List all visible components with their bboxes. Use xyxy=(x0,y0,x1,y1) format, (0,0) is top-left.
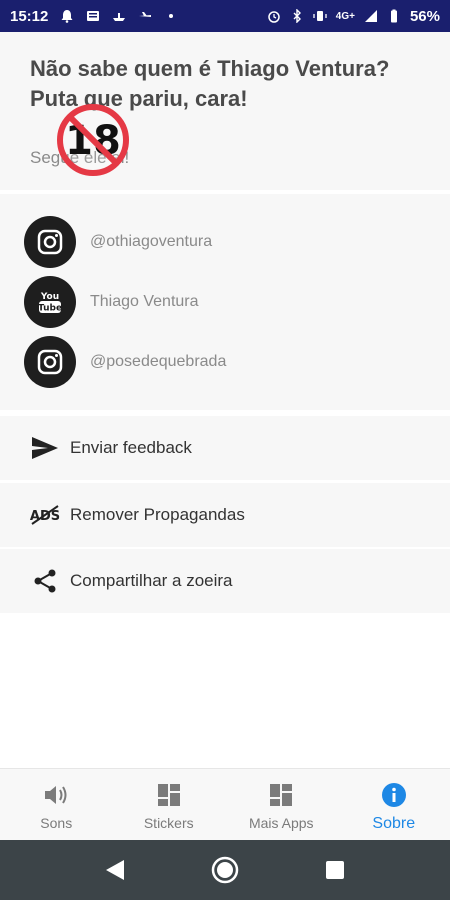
boat-icon xyxy=(113,13,126,21)
status-time: 15:12 xyxy=(10,7,49,25)
system-nav-bar xyxy=(0,840,450,900)
signal-icon xyxy=(364,10,377,22)
social-link-label: Thiago Ventura xyxy=(90,293,199,310)
share-label: Compartilhar a zoeira xyxy=(70,571,233,590)
back-icon[interactable] xyxy=(95,850,135,890)
plane-icon xyxy=(139,12,152,17)
social-links-card: @othiagoventura You Tube Thiago Ventura … xyxy=(0,194,450,410)
send-icon xyxy=(30,433,60,463)
social-link-instagram-1[interactable]: @othiagoventura xyxy=(24,216,424,268)
social-link-label: @posedequebrada xyxy=(90,353,227,370)
nav-item-stickers[interactable]: Stickers xyxy=(113,769,226,840)
nav-label-stickers: Stickers xyxy=(143,815,194,831)
battery-icon xyxy=(390,9,397,23)
network-type: 4G+ xyxy=(335,10,355,22)
header-card: Não sabe quem é Thiago Ventura? Puta que… xyxy=(0,32,450,190)
social-link-label: @othiagoventura xyxy=(90,233,213,250)
no-ads-icon: ADS xyxy=(30,500,60,530)
instagram-icon xyxy=(24,336,76,388)
vibrate-icon xyxy=(313,11,327,21)
notification-bell-icon xyxy=(61,10,73,23)
feedback-label: Enviar feedback xyxy=(70,438,192,457)
instagram-icon xyxy=(24,216,76,268)
remove-ads-label: Remover Propagandas xyxy=(70,505,245,524)
remove-ads-row[interactable]: ADS Remover Propagandas xyxy=(0,483,450,547)
grid-icon xyxy=(267,781,295,809)
nav-label-mais-apps: Mais Apps xyxy=(248,815,314,831)
nav-label-sobre: Sobre xyxy=(372,815,416,832)
nav-label-sons: Sons xyxy=(40,815,73,831)
alarm-icon xyxy=(268,11,280,23)
bluetooth-icon xyxy=(293,9,301,23)
home-icon[interactable] xyxy=(205,850,245,890)
battery-percent: 56% xyxy=(409,7,440,25)
dot-icon xyxy=(169,14,174,18)
nav-item-sons[interactable]: Sons xyxy=(0,769,113,840)
youtube-icon: You Tube xyxy=(24,276,76,328)
recents-icon[interactable] xyxy=(315,850,355,890)
svg-text:Tube: Tube xyxy=(38,304,62,314)
share-icon xyxy=(30,566,60,596)
news-icon xyxy=(87,11,100,21)
feedback-row[interactable]: Enviar feedback xyxy=(0,416,450,480)
status-bar: 15:12 4G+ 56% xyxy=(0,0,450,32)
nav-item-sobre[interactable]: Sobre xyxy=(338,769,450,840)
grid-icon xyxy=(155,781,183,809)
nav-item-mais-apps[interactable]: Mais Apps xyxy=(225,769,338,840)
social-link-instagram-2[interactable]: @posedequebrada xyxy=(24,336,424,388)
info-icon xyxy=(380,781,408,809)
bottom-nav: Sons Stickers Mais Apps Sobre xyxy=(0,768,450,840)
speaker-icon xyxy=(42,781,70,809)
svg-text:You: You xyxy=(40,292,59,302)
age-restriction-icon: 18 xyxy=(57,104,129,176)
share-row[interactable]: Compartilhar a zoeira xyxy=(0,549,450,613)
social-link-youtube[interactable]: You Tube Thiago Ventura xyxy=(24,276,424,328)
